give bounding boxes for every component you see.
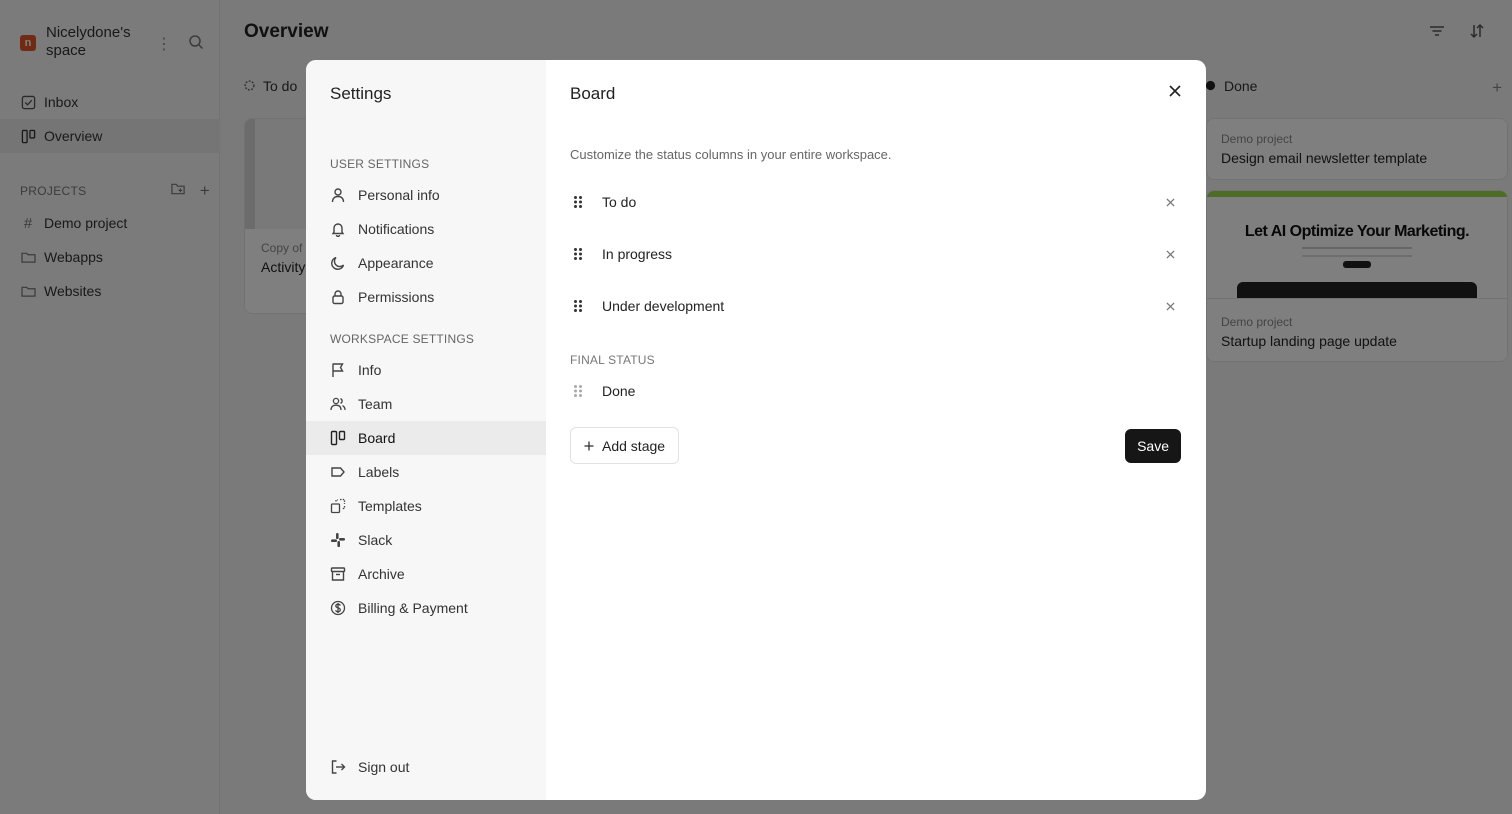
remove-stage-icon[interactable] xyxy=(1164,248,1176,260)
sign-out-icon xyxy=(330,759,346,775)
close-icon[interactable] xyxy=(1166,82,1184,100)
settings-item-billing[interactable]: Billing & Payment xyxy=(306,591,546,625)
settings-item-permissions[interactable]: Permissions xyxy=(306,280,546,314)
stage-name: To do xyxy=(602,194,637,210)
drag-handle-icon xyxy=(570,384,586,398)
drag-handle-icon[interactable] xyxy=(570,247,586,261)
settings-sidebar: Settings USER SETTINGS Personal info Not… xyxy=(306,60,546,800)
lock-icon xyxy=(330,289,346,305)
stage-row[interactable]: In progress xyxy=(570,234,1182,274)
board-icon xyxy=(330,430,346,446)
stage-name: Under development xyxy=(602,298,725,314)
sign-out-button[interactable]: Sign out xyxy=(306,750,546,784)
settings-item-archive[interactable]: Archive xyxy=(306,557,546,591)
remove-stage-icon[interactable] xyxy=(1164,196,1176,208)
board-settings-panel: Board Customize the status columns in yo… xyxy=(546,60,1206,800)
settings-item-info[interactable]: Info xyxy=(306,353,546,387)
users-icon xyxy=(330,396,346,412)
settings-item-templates[interactable]: Templates xyxy=(306,489,546,523)
dollar-icon xyxy=(330,600,346,616)
stage-name: Done xyxy=(602,383,636,399)
stage-row[interactable]: Under development xyxy=(570,286,1182,326)
settings-modal: Settings USER SETTINGS Personal info Not… xyxy=(306,60,1206,800)
moon-icon xyxy=(330,255,346,271)
settings-title: Settings xyxy=(330,84,392,103)
drag-handle-icon[interactable] xyxy=(570,195,586,209)
drag-handle-icon[interactable] xyxy=(570,299,586,313)
plus-icon xyxy=(584,438,594,454)
settings-item-team[interactable]: Team xyxy=(306,387,546,421)
final-stage-row: Done xyxy=(570,371,1182,411)
settings-item-slack[interactable]: Slack xyxy=(306,523,546,557)
user-settings-label: USER SETTINGS xyxy=(330,157,430,171)
flag-icon xyxy=(330,362,346,378)
user-icon xyxy=(330,187,346,203)
remove-stage-icon[interactable] xyxy=(1164,300,1176,312)
add-stage-button[interactable]: Add stage xyxy=(570,427,680,464)
slack-icon xyxy=(330,532,346,548)
panel-description: Customize the status columns in your ent… xyxy=(570,147,892,162)
stage-name: In progress xyxy=(602,246,673,262)
stage-row[interactable]: To do xyxy=(570,182,1182,222)
settings-item-labels[interactable]: Labels xyxy=(306,455,546,489)
settings-item-appearance[interactable]: Appearance xyxy=(306,246,546,280)
settings-item-notifications[interactable]: Notifications xyxy=(306,212,546,246)
tag-icon xyxy=(330,464,346,480)
settings-item-board[interactable]: Board xyxy=(306,421,546,455)
panel-title: Board xyxy=(570,84,616,103)
archive-icon xyxy=(330,566,346,582)
settings-item-personal-info[interactable]: Personal info xyxy=(306,178,546,212)
final-status-label: FINAL STATUS xyxy=(570,353,655,367)
save-button[interactable]: Save xyxy=(1125,429,1181,463)
workspace-settings-label: WORKSPACE SETTINGS xyxy=(330,332,475,346)
bell-icon xyxy=(330,221,346,237)
templates-icon xyxy=(330,498,346,514)
